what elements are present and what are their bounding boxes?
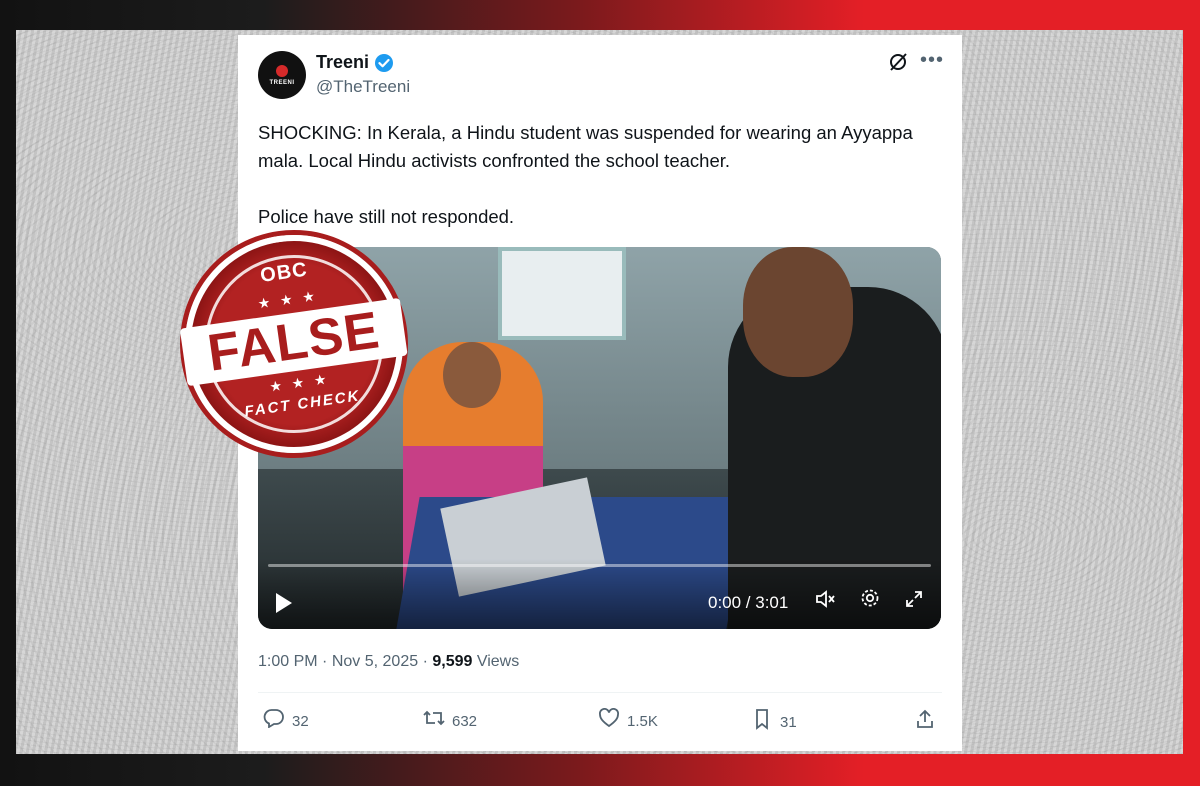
video-frame-window (498, 247, 626, 340)
author-handle[interactable]: @TheTreeni (316, 77, 410, 97)
tweet-text-paragraph: SHOCKING: In Kerala, a Hindu student was… (258, 122, 913, 171)
repost-icon (422, 708, 446, 734)
reply-icon (262, 708, 286, 734)
author-row: Treeni (316, 52, 394, 73)
bookmark-icon (750, 708, 774, 736)
meta-separator: · (422, 653, 428, 670)
settings-icon[interactable] (858, 587, 882, 615)
tweet-date[interactable]: Nov 5, 2025 (332, 653, 418, 670)
author-name[interactable]: Treeni (316, 52, 369, 73)
tweet-text-paragraph: Police have still not responded. (258, 206, 515, 227)
bookmark-count: 31 (780, 713, 797, 731)
like-count: 1.5K (627, 712, 658, 730)
fullscreen-icon[interactable] (902, 589, 926, 615)
grok-icon[interactable] (887, 51, 909, 73)
divider (258, 692, 942, 693)
video-time: 0:00 / 3:01 (708, 593, 789, 612)
meta-separator: · (322, 653, 328, 670)
video-frame-teacher-head (443, 342, 501, 408)
share-button[interactable] (913, 708, 937, 736)
like-button[interactable]: 1.5K (597, 708, 658, 734)
reply-count: 32 (292, 712, 309, 730)
repost-count: 632 (452, 712, 478, 730)
video-controls (258, 559, 941, 629)
like-icon (597, 708, 621, 734)
avatar[interactable]: TREENI (258, 51, 306, 99)
reply-button[interactable]: 32 (262, 708, 309, 734)
views-label: Views (476, 653, 520, 670)
share-icon (913, 708, 937, 736)
video-progress-bar[interactable] (268, 564, 931, 567)
volume-icon[interactable] (814, 589, 838, 615)
bookmark-button[interactable]: 31 (750, 708, 797, 736)
tweet-meta: 1:00 PM · Nov 5, 2025 · 9,599 Views (258, 653, 519, 671)
tweet-time[interactable]: 1:00 PM (258, 653, 318, 670)
tweet-text: SHOCKING: In Kerala, a Hindu student was… (258, 119, 938, 231)
views-count[interactable]: 9,599 (432, 653, 472, 670)
avatar-label: TREENI (269, 79, 295, 86)
verified-badge-icon (374, 53, 394, 73)
more-icon[interactable]: ••• (920, 49, 944, 72)
video-frame-man-head (743, 247, 853, 377)
repost-button[interactable]: 632 (422, 708, 477, 734)
play-icon[interactable] (276, 593, 292, 613)
action-bar: 32 632 1.5K 31 (262, 708, 942, 736)
avatar-logo-dot (276, 64, 288, 77)
